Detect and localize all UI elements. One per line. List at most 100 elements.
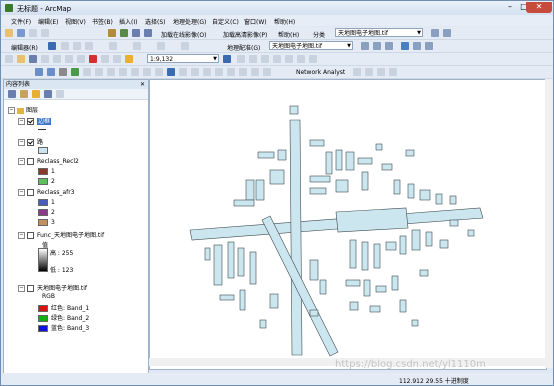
network-analyst-dropdown[interactable]: Network Analyst	[296, 69, 345, 76]
list-by-drawing-order-icon[interactable]	[8, 90, 16, 98]
cut-icon[interactable]	[53, 55, 61, 63]
attributes-icon[interactable]	[133, 42, 141, 50]
layer-visibility-checkbox[interactable]	[27, 118, 34, 125]
sketch-tool-icon[interactable]	[61, 42, 69, 50]
open-file-icon[interactable]	[17, 55, 25, 63]
search-window-icon[interactable]	[261, 55, 269, 63]
search-icon[interactable]	[144, 29, 152, 37]
add-data-plus-icon[interactable]	[125, 55, 133, 63]
shift-icon[interactable]	[373, 42, 381, 50]
split-tool-icon[interactable]	[109, 42, 117, 50]
na-directions-icon[interactable]	[389, 68, 397, 76]
map-display[interactable]	[149, 79, 547, 370]
classify-tool-icon[interactable]	[431, 29, 439, 37]
select-elements-icon[interactable]	[155, 68, 163, 76]
editor-toolbar-icon[interactable]	[223, 55, 231, 63]
close-icon[interactable]: ✕	[140, 80, 145, 89]
na-solve-icon[interactable]	[377, 68, 385, 76]
editor-dropdown[interactable]: 编辑器(R)	[11, 43, 38, 52]
rotate-icon[interactable]	[361, 42, 369, 50]
toc-layer-reclass-afr3[interactable]: − Reclass_afr3	[18, 189, 75, 196]
view-link-table-icon[interactable]	[401, 42, 409, 50]
add-control-points-icon[interactable]	[385, 42, 393, 50]
layer-icon[interactable]	[120, 29, 128, 37]
layer-visibility-checkbox[interactable]	[27, 232, 34, 239]
new-document-icon[interactable]	[5, 29, 13, 37]
time-slider-icon[interactable]	[251, 68, 259, 76]
layer-visibility-checkbox[interactable]	[27, 158, 34, 165]
model-builder-icon[interactable]	[297, 55, 305, 63]
undo-icon[interactable]	[101, 55, 109, 63]
identify-info-icon[interactable]	[167, 68, 175, 76]
add-data-icon[interactable]	[17, 29, 25, 37]
paste-icon[interactable]	[77, 55, 85, 63]
georeferencing-dropdown[interactable]: 地理配准(G)	[227, 43, 260, 52]
html-popup-icon[interactable]	[191, 68, 199, 76]
toc-layers-root[interactable]: − 图层	[8, 105, 38, 114]
menu-windows[interactable]: 窗口(W)	[244, 17, 267, 26]
help-dropdown[interactable]: 帮助(H)	[278, 30, 299, 39]
fixed-zoom-in-icon[interactable]	[83, 68, 91, 76]
save-icon[interactable]	[41, 29, 49, 37]
zoom-out-icon[interactable]	[47, 68, 55, 76]
menu-insert[interactable]: 插入(I)	[119, 17, 137, 26]
list-by-visibility-icon[interactable]	[32, 90, 40, 98]
print-icon[interactable]	[41, 55, 49, 63]
python-window-icon[interactable]	[285, 55, 293, 63]
identify-icon[interactable]	[108, 29, 116, 37]
layer-visibility-checkbox[interactable]	[27, 189, 34, 196]
find-icon[interactable]	[215, 68, 223, 76]
clear-selection-icon[interactable]	[143, 68, 151, 76]
na-window-icon[interactable]	[353, 68, 361, 76]
list-by-selection-icon[interactable]	[44, 90, 52, 98]
map-scale-select[interactable]: 1:9,132 ▼	[147, 54, 219, 63]
menu-view[interactable]: 视图(V)	[65, 17, 86, 26]
redo-icon[interactable]	[113, 55, 121, 63]
open-icon[interactable]	[29, 29, 37, 37]
back-extent-icon[interactable]	[107, 68, 115, 76]
measure-icon[interactable]	[203, 68, 211, 76]
pan-icon[interactable]	[59, 68, 67, 76]
full-extent-icon[interactable]	[71, 68, 79, 76]
tools-icon[interactable]	[413, 42, 421, 50]
fixed-zoom-out-icon[interactable]	[95, 68, 103, 76]
find-route-icon[interactable]	[227, 68, 235, 76]
vertical-scrollbar[interactable]	[545, 79, 553, 368]
line-tool-icon[interactable]	[73, 42, 81, 50]
toc-options-icon[interactable]	[56, 90, 64, 98]
toc-layer-border[interactable]: − 边框	[18, 116, 52, 125]
toc-layer-reclass-recl2[interactable]: − Reclass_Recl2	[18, 158, 79, 165]
catalog-icon[interactable]	[132, 29, 140, 37]
edit-tool-icon[interactable]	[48, 42, 56, 50]
select-features-icon[interactable]	[131, 68, 139, 76]
table-icon[interactable]	[425, 42, 433, 50]
layer-visibility-checkbox[interactable]	[27, 285, 34, 292]
classify-layer-select[interactable]: 天地图电子地图.tif ▼	[335, 28, 423, 37]
forward-extent-icon[interactable]	[119, 68, 127, 76]
list-by-source-icon[interactable]	[20, 90, 28, 98]
help-icon[interactable]	[309, 55, 317, 63]
toc-layer-road[interactable]: − 路	[18, 137, 43, 146]
envelope-icon[interactable]	[443, 29, 451, 37]
add-online-imagery-button[interactable]: 加载在线影像(O)	[161, 30, 206, 39]
go-to-xy-icon[interactable]	[239, 68, 247, 76]
layer-visibility-checkbox[interactable]	[27, 139, 34, 146]
hyperlink-icon[interactable]	[179, 68, 187, 76]
new-file-icon[interactable]	[5, 55, 13, 63]
menu-edit[interactable]: 编辑(E)	[38, 17, 58, 26]
menu-customize[interactable]: 自定义(C)	[212, 17, 239, 26]
toc-layer-tianditu-tif[interactable]: − 天地图电子地图.tif	[18, 283, 87, 292]
menu-bookmarks[interactable]: 书签(B)	[92, 17, 113, 26]
toc-window-icon[interactable]	[237, 55, 245, 63]
create-features-icon[interactable]	[181, 42, 189, 50]
menu-file[interactable]: 文件(F)	[11, 17, 31, 26]
create-viewer-icon[interactable]	[263, 68, 271, 76]
menu-help[interactable]: 帮助(H)	[274, 17, 295, 26]
toc-layer-func-tif[interactable]: − Func_天地图电子地图.tif	[18, 230, 104, 239]
close-button[interactable]: ✕	[526, 2, 552, 13]
menu-selection[interactable]: 选择(S)	[145, 17, 166, 26]
menu-geoprocessing[interactable]: 地理处理(G)	[173, 17, 206, 26]
add-hires-imagery-button[interactable]: 加载高清影像(P)	[223, 30, 267, 39]
georef-layer-select[interactable]: 天地图电子地图.tif ▼	[269, 41, 353, 50]
arctoolbox-icon[interactable]	[273, 55, 281, 63]
